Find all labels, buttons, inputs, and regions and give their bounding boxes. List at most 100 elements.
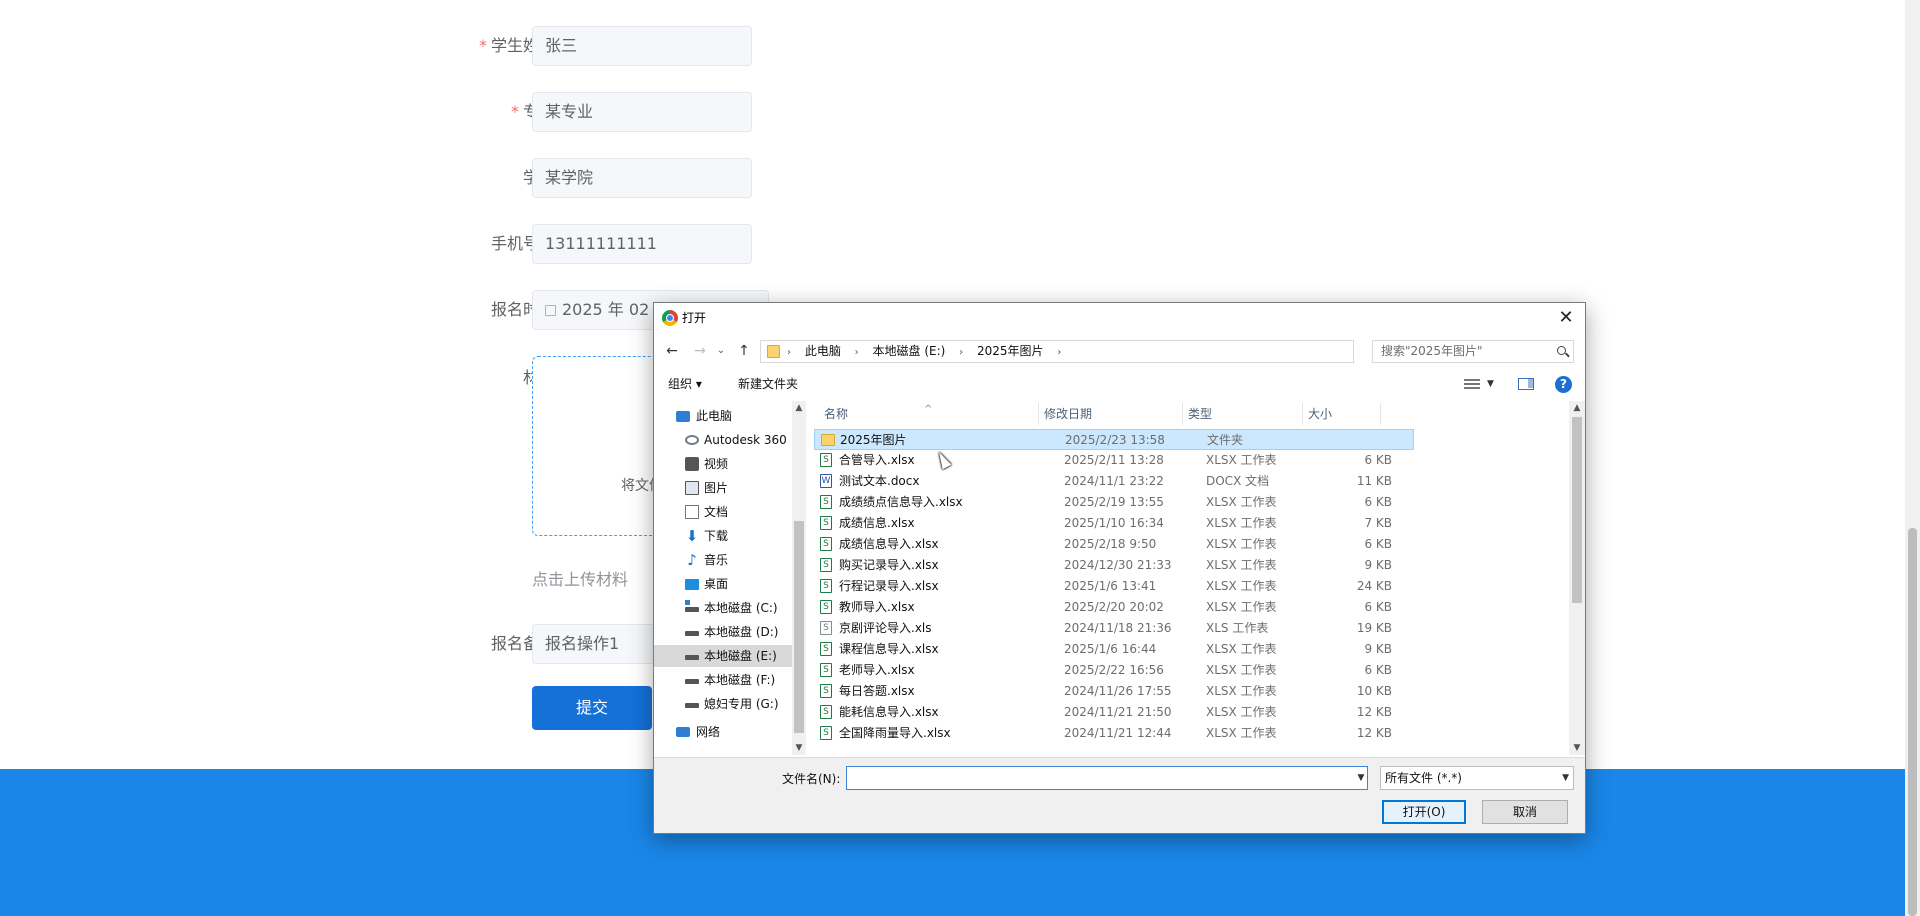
file-row[interactable]: S 购买记录导入.xlsx 2024/12/30 21:33 XLSX 工作表 9 KB: [814, 555, 1414, 576]
nav-item-drive-e[interactable]: 本地磁盘 (E:): [654, 645, 792, 667]
file-row[interactable]: S 京剧评论导入.xls 2024/11/18 21:36 XLS 工作表 19 KB: [814, 618, 1414, 639]
filename-history-dropdown[interactable]: ▼: [1354, 766, 1368, 790]
open-button[interactable]: 打开(O): [1382, 800, 1466, 824]
navigation-pane: 此电脑 Autodesk 360 视频 图片 文档 ⬇ 下载 ♪ 音乐 桌面 本…: [654, 401, 792, 755]
nav-item-label: 文档: [704, 505, 729, 519]
student-name-input[interactable]: 张三: [532, 26, 752, 66]
search-input[interactable]: 搜索"2025年图片": [1372, 340, 1574, 363]
navigation-pane-scrollbar-thumb[interactable]: [794, 521, 804, 733]
forward-arrow-icon[interactable]: →: [690, 337, 710, 365]
file-size: 19 KB: [1356, 621, 1392, 635]
file-type: DOCX 文档: [1206, 474, 1270, 488]
drive-icon: [685, 679, 699, 684]
breadcrumb-separator: ›: [787, 347, 791, 358]
nav-item-drive-c[interactable]: 本地磁盘 (C:): [654, 597, 792, 619]
nav-item-drive-f[interactable]: 本地磁盘 (F:): [654, 669, 792, 691]
nav-item-desktop[interactable]: 桌面: [654, 573, 792, 595]
file-row[interactable]: S 成绩信息导入.xlsx 2025/2/18 9:50 XLSX 工作表 6 KB: [814, 534, 1414, 555]
breadcrumb-separator[interactable]: ›: [1057, 347, 1061, 358]
filename-input[interactable]: [846, 766, 1368, 790]
nav-item-drive-g[interactable]: 媳妇专用 (G:): [654, 693, 792, 715]
file-list-scrollbar[interactable]: ▲ ▼: [1569, 401, 1585, 755]
breadcrumb-current-folder[interactable]: 2025年图片: [977, 344, 1044, 358]
breadcrumb-separator[interactable]: ›: [855, 347, 859, 358]
organize-menu-button[interactable]: 组织 ▾: [668, 369, 702, 399]
new-folder-button[interactable]: 新建文件夹: [738, 369, 798, 399]
file-row[interactable]: S 成绩绩点信息导入.xlsx 2025/2/19 13:55 XLSX 工作表 6 K…: [814, 492, 1414, 513]
file-name: 每日答题.xlsx: [839, 684, 915, 698]
column-separator[interactable]: [1302, 403, 1303, 425]
form-row-phone: 手机号码 13111111111: [400, 224, 800, 264]
scroll-up-icon[interactable]: ▲: [1570, 401, 1584, 415]
column-separator[interactable]: [1038, 403, 1039, 425]
dialog-titlebar[interactable]: 打开 ✕: [654, 303, 1585, 333]
scroll-down-icon[interactable]: ▼: [792, 741, 806, 755]
page-scrollbar[interactable]: [1905, 0, 1920, 916]
file-list-scrollbar-thumb[interactable]: [1572, 417, 1582, 603]
scroll-down-icon[interactable]: ▼: [1570, 741, 1584, 755]
spreadsheet-file-icon: S: [820, 453, 832, 467]
file-row[interactable]: S 能耗信息导入.xlsx 2024/11/21 21:50 XLSX 工作表 12 K…: [814, 702, 1414, 723]
file-row[interactable]: 2025年图片 2025/2/23 13:58 文件夹: [814, 429, 1414, 450]
music-icon: ♪: [687, 551, 697, 569]
column-header-name[interactable]: 名称 ^: [824, 401, 932, 427]
breadcrumb-drive-e[interactable]: 本地磁盘 (E:): [873, 344, 946, 358]
nav-item-documents[interactable]: 文档: [654, 501, 792, 523]
submit-button[interactable]: 提交: [532, 686, 652, 730]
nav-item-drive-d[interactable]: 本地磁盘 (D:): [654, 621, 792, 643]
up-arrow-icon[interactable]: ↑: [734, 337, 754, 365]
file-type-value: 所有文件 (*.*): [1385, 771, 1462, 785]
column-separator[interactable]: [1182, 403, 1183, 425]
file-modified-date: 2025/2/19 13:55: [1064, 495, 1164, 509]
spreadsheet-file-icon: S: [820, 537, 832, 551]
file-row[interactable]: S 成绩信息.xlsx 2025/1/10 16:34 XLSX 工作表 7 KB: [814, 513, 1414, 534]
file-size: 24 KB: [1356, 579, 1392, 593]
recent-locations-icon[interactable]: ⌄: [714, 337, 728, 365]
preview-pane-icon[interactable]: [1518, 378, 1534, 390]
nav-item-network[interactable]: 网络: [654, 721, 792, 743]
spreadsheet-file-icon: S: [820, 495, 832, 509]
nav-item-label: 音乐: [704, 553, 729, 567]
view-options-icon[interactable]: [1464, 379, 1480, 389]
download-icon: ⬇: [685, 527, 699, 545]
screen: *学生姓名 张三 *专业 某专业 学院 某学院 手机号码 13111111111…: [0, 0, 1920, 916]
breadcrumb-separator[interactable]: ›: [959, 347, 963, 358]
nav-item-music[interactable]: ♪ 音乐: [654, 549, 792, 571]
file-size: 6 KB: [1364, 663, 1392, 677]
file-row[interactable]: S 全国降雨量导入.xlsx 2024/11/21 12:44 XLSX 工作表 12 …: [814, 723, 1414, 744]
file-row[interactable]: W 测试文本.docx 2024/11/1 23:22 DOCX 文档 11 KB: [814, 471, 1414, 492]
scroll-up-icon[interactable]: ▲: [792, 401, 806, 415]
phone-input[interactable]: 13111111111: [532, 224, 752, 264]
file-row[interactable]: S 每日答题.xlsx 2024/11/26 17:55 XLSX 工作表 10 KB: [814, 681, 1414, 702]
nav-item-autodesk-360[interactable]: Autodesk 360: [654, 429, 792, 451]
file-name: 合管导入.xlsx: [839, 453, 915, 467]
file-row[interactable]: S 教师导入.xlsx 2025/2/20 20:02 XLSX 工作表 6 KB: [814, 597, 1414, 618]
view-options-dropdown[interactable]: ▼: [1487, 369, 1494, 399]
column-header-type[interactable]: 类型: [1188, 401, 1212, 427]
college-input[interactable]: 某学院: [532, 158, 752, 198]
nav-item-pictures[interactable]: 图片: [654, 477, 792, 499]
page-scrollbar-thumb[interactable]: [1908, 528, 1917, 916]
file-row[interactable]: S 老师导入.xlsx 2025/2/22 16:56 XLSX 工作表 6 KB: [814, 660, 1414, 681]
file-row[interactable]: S 课程信息导入.xlsx 2025/1/6 16:44 XLSX 工作表 9 KB: [814, 639, 1414, 660]
column-header-size[interactable]: 大小: [1308, 401, 1332, 427]
nav-item-videos[interactable]: 视频: [654, 453, 792, 475]
cancel-button[interactable]: 取消: [1482, 800, 1568, 824]
file-type-select[interactable]: 所有文件 (*.*) ▼: [1380, 766, 1574, 790]
column-header-date[interactable]: 修改日期: [1044, 401, 1092, 427]
file-row[interactable]: S 行程记录导入.xlsx 2025/1/6 13:41 XLSX 工作表 24 KB: [814, 576, 1414, 597]
close-icon[interactable]: ✕: [1555, 307, 1577, 329]
file-row[interactable]: S 合管导入.xlsx 2025/2/11 13:28 XLSX 工作表 6 KB: [814, 450, 1414, 471]
file-type: XLSX 工作表: [1206, 642, 1277, 656]
back-arrow-icon[interactable]: ←: [662, 337, 682, 365]
upload-hint-link[interactable]: 点击上传材料: [532, 566, 628, 590]
folder-icon: [821, 434, 835, 446]
breadcrumb-this-pc[interactable]: 此电脑: [805, 344, 841, 358]
nav-item-downloads[interactable]: ⬇ 下载: [654, 525, 792, 547]
address-bar[interactable]: › 此电脑 › 本地磁盘 (E:) › 2025年图片 › ▼ ↻: [760, 340, 1457, 363]
major-input[interactable]: 某专业: [532, 92, 752, 132]
navigation-pane-scrollbar[interactable]: ▲ ▼: [792, 401, 806, 755]
column-separator[interactable]: [1380, 403, 1381, 425]
nav-item-this-pc[interactable]: 此电脑: [654, 405, 792, 427]
help-icon[interactable]: ?: [1555, 376, 1572, 393]
